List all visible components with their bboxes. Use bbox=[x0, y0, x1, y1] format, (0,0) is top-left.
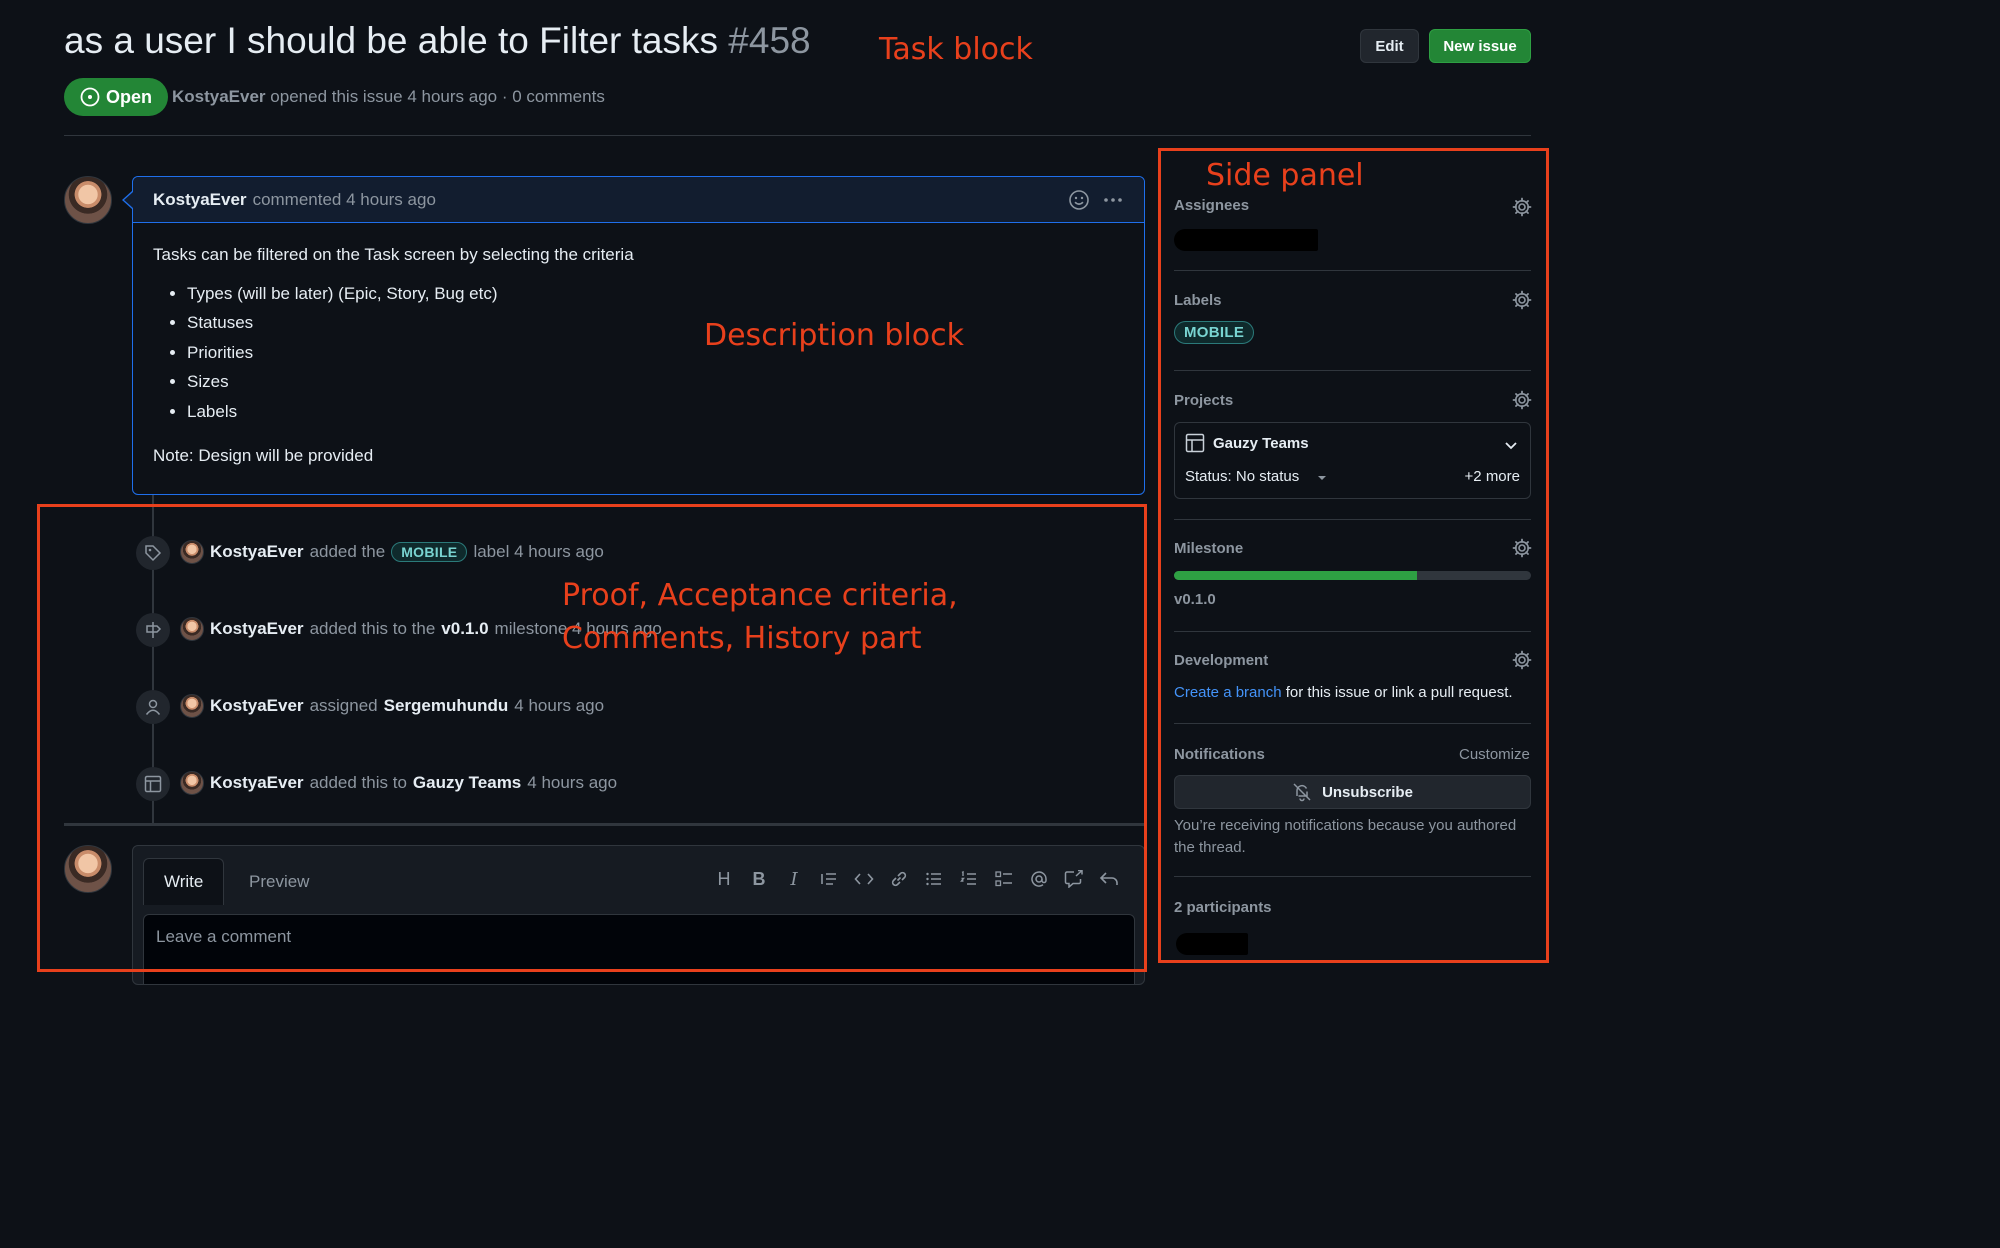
list-item: Sizes bbox=[187, 370, 634, 400]
issue-meta: KostyaEver opened this issue 4 hours ago… bbox=[172, 87, 605, 107]
comment-body: Tasks can be filtered on the Task screen… bbox=[153, 243, 634, 468]
emoji-reaction-icon[interactable] bbox=[1068, 189, 1090, 211]
status-label: Open bbox=[106, 86, 153, 107]
new-issue-button[interactable]: New issue bbox=[1429, 29, 1531, 63]
comment-note: Note: Design will be provided bbox=[153, 445, 374, 465]
criteria-list: Types (will be later) (Epic, Story, Bug … bbox=[187, 282, 634, 430]
list-item: Types (will be later) (Epic, Story, Bug … bbox=[187, 282, 634, 312]
description-comment: KostyaEver commented 4 hours ago Tasks c… bbox=[132, 176, 1145, 495]
annotation-history-line1: Proof, Acceptance criteria, bbox=[562, 578, 958, 613]
comment-caret-fill bbox=[124, 192, 133, 208]
issue-title: as a user I should be able to Filter tas… bbox=[64, 20, 811, 62]
annotation-side-panel: Side panel bbox=[1206, 158, 1364, 193]
comment-author-link[interactable]: KostyaEver bbox=[153, 190, 247, 210]
status-badge: Open bbox=[64, 78, 169, 116]
annotation-history-box bbox=[37, 504, 1147, 972]
issue-title-text: as a user I should be able to Filter tas… bbox=[64, 20, 719, 61]
list-item: Statuses bbox=[187, 311, 634, 341]
avatar[interactable] bbox=[64, 176, 112, 224]
issue-number: #458 bbox=[728, 20, 811, 61]
comment-time: commented 4 hours ago bbox=[252, 189, 436, 209]
list-item: Labels bbox=[187, 400, 634, 430]
annotation-description-block: Description block bbox=[704, 318, 964, 353]
comment-intro: Tasks can be filtered on the Task screen… bbox=[153, 245, 634, 264]
issue-open-icon bbox=[80, 87, 100, 107]
kebab-menu-icon[interactable] bbox=[1102, 189, 1124, 211]
annotation-side-panel-box bbox=[1158, 148, 1549, 963]
issue-author-link[interactable]: KostyaEver bbox=[172, 87, 266, 106]
header-divider bbox=[64, 135, 1531, 136]
comment-header: KostyaEver commented 4 hours ago bbox=[133, 177, 1144, 223]
edit-button[interactable]: Edit bbox=[1360, 29, 1419, 63]
annotation-history-line2: Comments, History part bbox=[562, 621, 922, 656]
issue-meta-text: opened this issue 4 hours ago · 0 commen… bbox=[270, 87, 605, 106]
annotation-task-block: Task block bbox=[879, 32, 1033, 67]
list-item: Priorities bbox=[187, 341, 634, 371]
